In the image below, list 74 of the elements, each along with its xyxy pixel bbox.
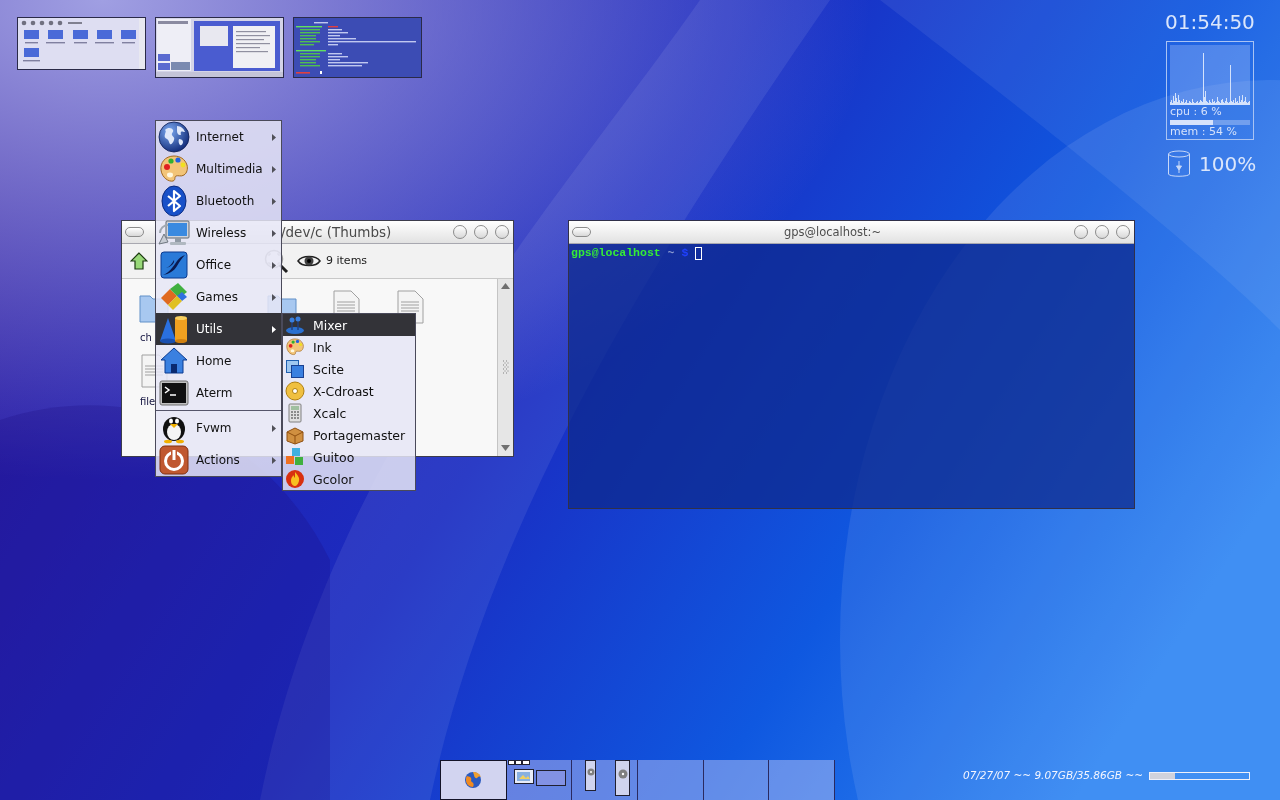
window-pill-button[interactable] [125, 227, 144, 237]
menu-item[interactable]: Home [156, 345, 281, 377]
menu-item[interactable]: Actions [156, 444, 281, 476]
menu-item[interactable]: Games [156, 281, 281, 313]
item-count: 9 items [326, 254, 368, 268]
flame-icon [285, 469, 305, 489]
box-icon [285, 425, 305, 445]
menu-item[interactable]: Wireless [156, 217, 281, 249]
menu-item[interactable]: Utils [156, 313, 281, 345]
scrollbar[interactable] [497, 279, 513, 456]
window-title: /dev/c (Thumbs) [281, 224, 392, 240]
window-circle-button[interactable] [1074, 225, 1088, 239]
desktop-thumbnail[interactable] [293, 17, 422, 78]
menu-item[interactable]: Xcalc [283, 402, 415, 424]
calculator-icon [285, 403, 305, 423]
prompt-path: ~ [667, 246, 675, 260]
window-title: gps@localhost:~ [782, 224, 883, 240]
cubes-icon [285, 447, 305, 467]
house-icon [158, 345, 190, 377]
disc-icon [586, 768, 595, 776]
window-pill-button[interactable] [572, 227, 591, 237]
menu-item[interactable]: Aterm [156, 377, 281, 409]
stacked-squares-icon [285, 359, 305, 379]
menu-item[interactable]: X-Cdroast [283, 380, 415, 402]
menu-item[interactable]: Ink [283, 336, 415, 358]
eye-icon[interactable] [297, 253, 321, 269]
menu-item[interactable]: Guitoo [283, 446, 415, 468]
window-circle-button[interactable] [1116, 225, 1130, 239]
menu-item[interactable]: Multimedia [156, 153, 281, 185]
memory-reading: mem : 54 % [1170, 125, 1238, 138]
bird-tile-icon [158, 249, 190, 281]
disc-icon [617, 769, 628, 779]
menu-item[interactable]: Portagemaster [283, 424, 415, 446]
file-name: file [140, 396, 156, 408]
menu-item[interactable]: Bluetooth [156, 185, 281, 217]
prompt-user-host: gps@localhost [571, 246, 661, 260]
power-icon [158, 444, 190, 476]
desktop-thumbnail[interactable] [17, 17, 146, 70]
cone-cylinder-icon [158, 313, 190, 345]
disc-icon [285, 381, 305, 401]
palette-icon [158, 153, 190, 185]
window-circle-button[interactable] [495, 225, 509, 239]
menu-item[interactable]: Office [156, 249, 281, 281]
mini-window [535, 770, 566, 786]
file-name: ch [140, 332, 152, 344]
text-cursor [695, 246, 703, 260]
clock-time: 01:54:50 [1164, 9, 1255, 35]
desktop-thumbnail[interactable] [155, 17, 284, 78]
joystick-icon [285, 315, 305, 335]
bluetooth-icon [158, 185, 190, 217]
window-circle-button[interactable] [474, 225, 488, 239]
caret-up-icon[interactable] [501, 283, 510, 289]
date-disk-status: 07/27/07 ~~ 9.07GB/35.86GB ~~ [962, 769, 1143, 782]
mini-window-drawing [513, 769, 534, 784]
terminal-icon [158, 377, 190, 409]
palette-icon [285, 337, 305, 357]
prompt-symbol: $ [681, 246, 689, 260]
menu-item[interactable]: Fvwm [156, 412, 281, 444]
menu-item[interactable]: Scite [283, 358, 415, 380]
battery-icon [1167, 150, 1191, 178]
grip-icon [502, 360, 509, 374]
menu-item[interactable]: Internet [156, 121, 281, 153]
caret-down-icon[interactable] [501, 445, 510, 451]
pager-cell[interactable] [440, 760, 507, 800]
battery-percent: 100% [1199, 152, 1257, 176]
window-circle-button[interactable] [1095, 225, 1109, 239]
mini-tabs-drawing [507, 760, 530, 765]
pager-cell[interactable] [506, 760, 573, 800]
cpu-reading: cpu : 6 % [1170, 105, 1223, 118]
window-circle-button[interactable] [453, 225, 467, 239]
menu-item[interactable]: Gcolor [283, 468, 415, 490]
globe-icon [464, 771, 483, 789]
up-arrow-icon[interactable] [130, 252, 148, 270]
menu-item[interactable]: Mixer [283, 314, 415, 336]
